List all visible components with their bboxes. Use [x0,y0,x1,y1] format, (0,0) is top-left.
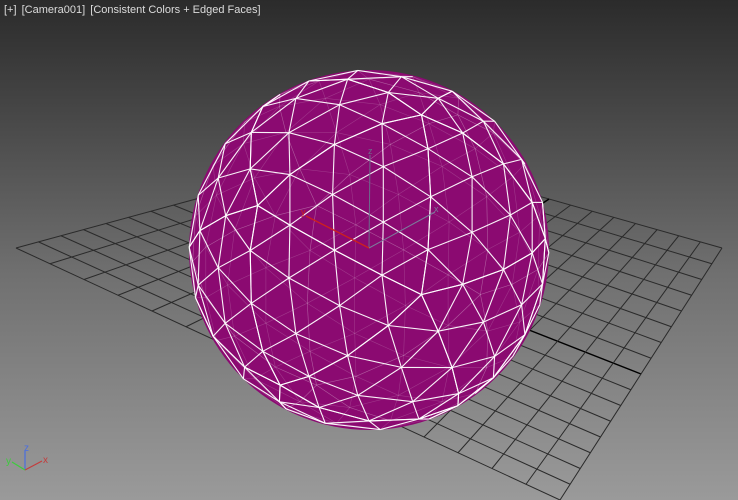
sphere-edge [457,393,460,406]
view-axis-gizmo: z x y [6,443,48,471]
viewport-label: [+] [Camera001] [Consistent Colors + Edg… [4,4,263,16]
gizmo-x-label: x [43,455,48,466]
viewport-shading-menu[interactable]: [Consistent Colors + Edged Faces] [90,4,260,16]
gizmo-y-axis [11,461,26,471]
gizmo-y-label: y [6,456,11,467]
grid-line [559,247,723,500]
viewport-plus-menu[interactable]: [+] [4,4,17,16]
scene-canvas[interactable]: z x y z x y [0,0,738,500]
pivot-y-label: y [301,207,306,217]
pivot-x-label: x [434,204,439,214]
viewport-camera-menu[interactable]: [Camera001] [22,4,86,16]
viewport-camera001[interactable]: z x y z x y [+] [Camera001] [Consistent Colo… [0,0,738,500]
pivot-z-label: z [368,146,373,156]
sphere-edge [278,385,281,402]
gizmo-z-label: z [24,443,29,454]
geosphere-object[interactable] [188,69,550,431]
gizmo-x-axis [24,460,43,471]
